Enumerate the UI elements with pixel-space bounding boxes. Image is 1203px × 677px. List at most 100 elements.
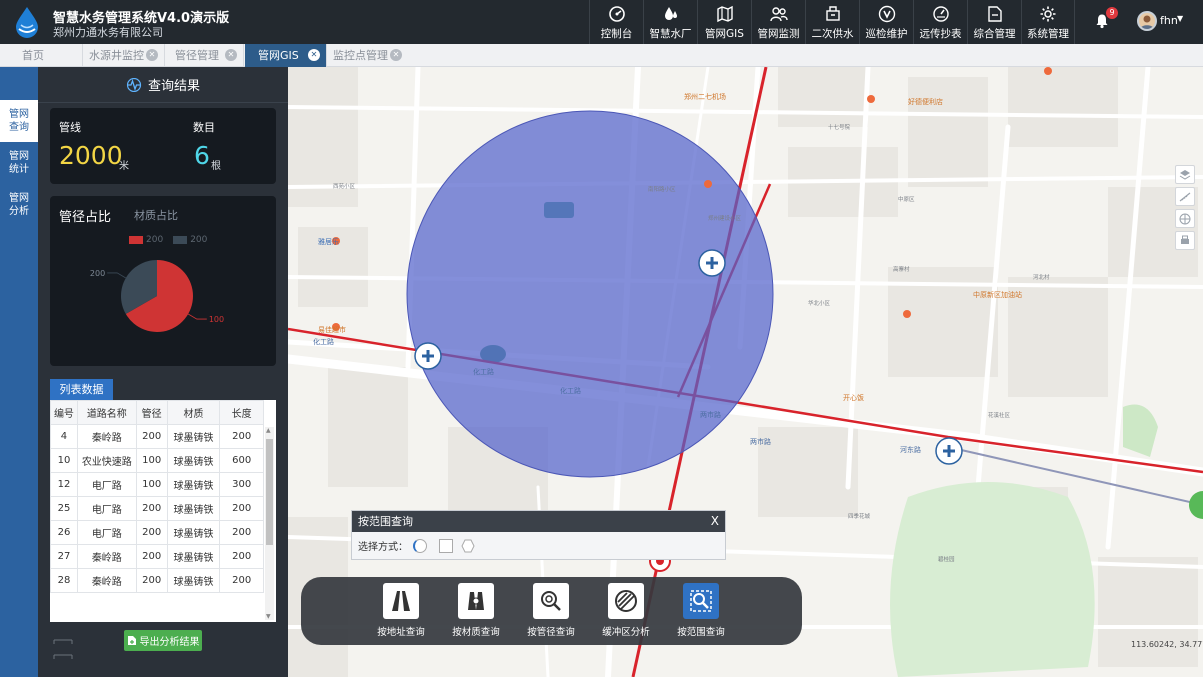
nav-label: 系统管理 (1027, 28, 1069, 40)
gis-map[interactable]: 西苑小区 南阳路小区 郑州建设小区 高寨村 河北村 花溪社区 十七号院 中原区 … (288, 67, 1203, 677)
table-row[interactable]: 4 秦岭路 200 球墨铸铁 200 (50, 424, 264, 449)
side-nav: 管网查询 管网统计 管网分析 (0, 67, 38, 677)
close-icon[interactable]: ✕ (225, 49, 237, 61)
chart-tab-material[interactable]: 材质占比 (134, 207, 178, 223)
side-nav-label: 管网分析 (9, 193, 29, 217)
measure-button[interactable] (1175, 187, 1195, 206)
nav-dashboard[interactable]: 控制台 (589, 0, 643, 44)
map-poi: 郑州二七机场 (684, 93, 726, 101)
caret-down-icon[interactable]: ▼ (1177, 14, 1183, 23)
tab-monitor-point[interactable]: 监控点管理 ✕ (328, 44, 408, 67)
nav-pipe-gis[interactable]: 管网GIS (697, 0, 751, 44)
table-cell: 200 (219, 544, 264, 569)
table-row[interactable]: 12 电厂路 100 球墨铸铁 300 (50, 472, 264, 497)
valve-marker-icon[interactable] (414, 342, 442, 370)
map-area-label: 郑州建设小区 (708, 216, 742, 222)
nav-label: 综合管理 (973, 28, 1016, 40)
map-road-label: 两市路 (750, 438, 771, 446)
meter-icon (932, 6, 949, 22)
nav-general-management[interactable]: 综合管理 (967, 0, 1021, 44)
tab-well-monitor[interactable]: 水源井监控 ✕ (84, 44, 165, 67)
tool-icon-box (383, 583, 419, 619)
table-cell: 球墨铸铁 (166, 544, 221, 569)
table-row[interactable]: 26 电厂路 200 球墨铸铁 200 (50, 520, 264, 545)
nav-smart-plant[interactable]: 智慧水厂 (643, 0, 697, 44)
map-poi: 开心饭 (843, 394, 864, 402)
map-area-label: 华北小区 (808, 301, 831, 307)
close-icon[interactable]: ✕ (390, 49, 402, 61)
table-cell: 100 (135, 448, 168, 473)
username[interactable]: fhn (1160, 14, 1178, 27)
tab-pipe-gis[interactable]: 管网GIS ✕ (245, 44, 327, 67)
valve-marker-icon[interactable] (1189, 491, 1203, 519)
pump-icon (825, 6, 840, 21)
layers-icon (1179, 169, 1191, 180)
table-cell: 秦岭路 (76, 544, 137, 569)
nav-inspection[interactable]: 巡检维护 (859, 0, 913, 44)
query-toolbar: 按地址查询 按材质查询 按管径查询 缓冲区分析 按范围查询 (301, 577, 802, 645)
close-icon[interactable]: X (711, 511, 719, 532)
nav-label: 控制台 (600, 28, 633, 40)
tab-label: 监控点管理 (333, 49, 388, 62)
tool-buffer-analysis[interactable]: 缓冲区分析 (595, 583, 657, 638)
legend-swatch (173, 236, 188, 244)
close-icon[interactable]: ✕ (308, 49, 320, 61)
main-nav: 控制台 智慧水厂 管网GIS 管网监测 二次供水 巡检维护 远传抄表 综合管理 (589, 0, 1075, 44)
side-nav-pipe-analysis[interactable]: 管网分析 (0, 184, 38, 226)
avatar[interactable] (1137, 11, 1157, 31)
map-area-label: 花溪社区 (988, 413, 1011, 419)
table-row[interactable]: 28 秦岭路 200 球墨铸铁 200 (50, 568, 264, 593)
nav-system-management[interactable]: 系统管理 (1021, 0, 1075, 44)
count-value: 6 (194, 141, 210, 170)
table-row[interactable]: 25 电厂路 200 球墨铸铁 200 (50, 496, 264, 521)
side-nav-pipe-query[interactable]: 管网查询 (0, 100, 38, 142)
close-icon[interactable]: ✕ (146, 49, 158, 61)
nav-pipe-monitor[interactable]: 管网监测 (751, 0, 805, 44)
tool-diameter-query[interactable]: 按管径查询 (520, 583, 582, 638)
layers-button[interactable] (1175, 165, 1195, 184)
table-column-header: 编号 (50, 400, 78, 425)
side-nav-pipe-stats[interactable]: 管网统计 (0, 142, 38, 184)
table-cell: 200 (219, 496, 264, 521)
globe-button[interactable] (1175, 209, 1195, 228)
circle-select-icon[interactable] (413, 538, 427, 553)
map-area-label: 四季花城 (848, 514, 871, 520)
scroll-up-icon[interactable]: ▲ (266, 427, 271, 434)
legend-swatch (129, 236, 143, 244)
table-cell: 秦岭路 (76, 568, 137, 593)
tool-material-query[interactable]: 按材质查询 (445, 583, 507, 638)
result-table: 编号 道路名称 管径 材质 长度 4 秦岭路 200 球墨铸铁 200 10 农业快速路 100 球墨铸… (50, 400, 264, 593)
scroll-down-icon[interactable]: ▼ (266, 613, 271, 620)
tab-home[interactable]: 首页 (0, 44, 83, 67)
panel-title-text: 查询结果 (147, 79, 200, 94)
tool-label: 按管径查询 (527, 627, 575, 638)
table-cell: 27 (50, 544, 78, 569)
panel-title: 查询结果 (38, 67, 288, 103)
water-drop-icon (664, 7, 677, 20)
pipeline-value: 2000 (59, 141, 123, 170)
map-road-label: 化工路 (313, 338, 334, 346)
tab-diameter-management[interactable]: 管径管理 ✕ (166, 44, 244, 67)
chart-tab-diameter[interactable]: 管径占比 (59, 206, 111, 225)
scroll-thumb[interactable] (266, 439, 273, 545)
print-button[interactable] (1175, 231, 1195, 250)
table-cell: 4 (50, 424, 78, 449)
map-road-label: 化工路 (560, 387, 581, 395)
nav-secondary-supply[interactable]: 二次供水 (805, 0, 859, 44)
table-scrollbar[interactable]: ▲ ▼ (265, 427, 274, 620)
polygon-select-icon[interactable] (461, 539, 475, 553)
tool-label: 缓冲区分析 (602, 627, 650, 638)
pie-value-label: 100 (209, 315, 224, 324)
tool-address-query[interactable]: 按地址查询 (370, 583, 432, 638)
table-row[interactable]: 27 秦岭路 200 球墨铸铁 200 (50, 544, 264, 569)
list-data-tab[interactable]: 列表数据 (50, 379, 113, 400)
rectangle-select-icon[interactable] (439, 538, 453, 553)
table-row[interactable]: 10 农业快速路 100 球墨铸铁 600 (50, 448, 264, 473)
nav-remote-meter[interactable]: 远传抄表 (913, 0, 967, 44)
export-results-button[interactable]: 导出分析结果 (124, 630, 202, 651)
map-area-label: 河北村 (1033, 275, 1050, 281)
valve-marker-icon[interactable] (698, 249, 726, 277)
range-dialog-header: 按范围查询 X (352, 511, 725, 532)
tool-range-query[interactable]: 按范围查询 (670, 583, 732, 638)
valve-marker-icon[interactable] (935, 437, 963, 465)
